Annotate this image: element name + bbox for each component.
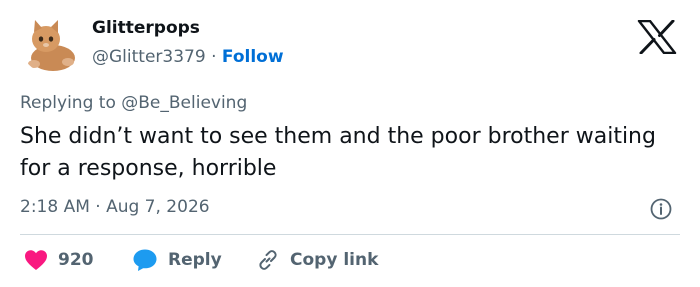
author-handle-row: @Glitter3379 · Follow (92, 47, 284, 67)
tweet-text: She didn’t want to see them and the poor… (20, 124, 656, 181)
reply-button[interactable]: Reply (132, 246, 222, 274)
replying-to-mention[interactable]: @Be_Believing (121, 93, 247, 113)
replying-prefix: Replying to (20, 93, 116, 113)
tweet-timestamp[interactable]: 2:18 AM · Aug 7, 2026 (20, 197, 210, 217)
copy-link-label: Copy link (290, 250, 379, 270)
divider (20, 234, 680, 235)
action-bar: 920 Reply Copy link (20, 246, 680, 274)
like-count: 920 (58, 250, 94, 270)
author-name[interactable]: Glitterpops (92, 18, 200, 38)
like-button[interactable]: 920 (24, 246, 94, 274)
x-logo-icon[interactable] (637, 20, 677, 54)
info-icon[interactable] (650, 198, 672, 220)
cat-avatar-image (20, 12, 82, 74)
author-handle[interactable]: @Glitter3379 (92, 47, 206, 67)
chat-bubble-icon (133, 249, 157, 271)
avatar[interactable] (20, 12, 82, 74)
follow-button[interactable]: Follow (222, 47, 284, 67)
heart-icon (25, 250, 47, 270)
copy-link-button[interactable]: Copy link (256, 246, 378, 274)
replying-to: Replying to @Be_Believing (20, 93, 247, 113)
separator-dot: · (211, 47, 217, 67)
link-icon (259, 250, 277, 270)
reply-label: Reply (168, 250, 222, 270)
